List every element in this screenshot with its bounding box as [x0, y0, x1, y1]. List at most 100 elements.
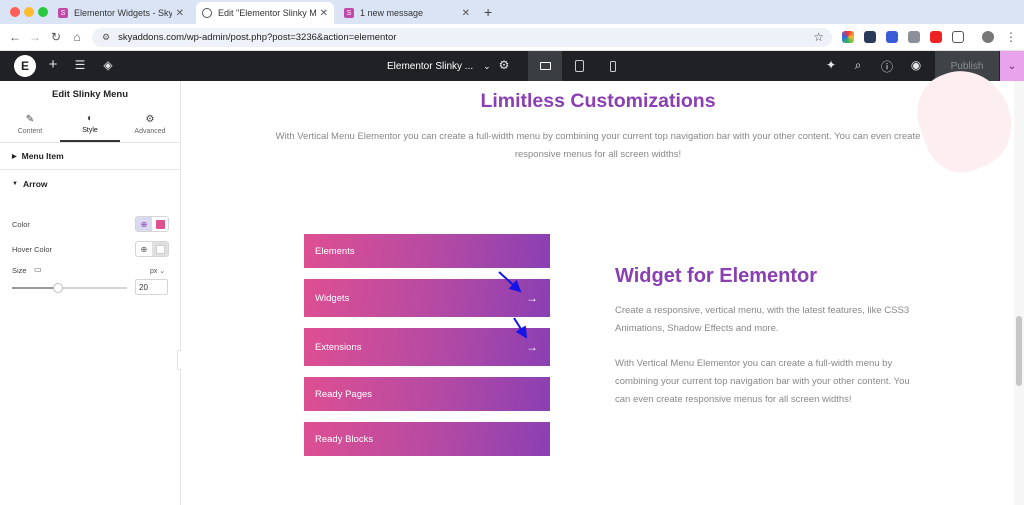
notification-icon[interactable]: ✦ — [823, 58, 839, 72]
window-zoom-button[interactable] — [38, 7, 48, 17]
section-menu-item[interactable]: ▶ Menu Item — [0, 143, 180, 170]
menu-item-extensions[interactable]: Extensions → — [304, 328, 550, 366]
color-label: Color — [12, 220, 30, 229]
size-unit-dropdown[interactable]: px ⌄ — [150, 267, 165, 275]
color-swatch — [155, 219, 165, 229]
url-text: skyaddons.com/wp-admin/post.php?post=323… — [118, 32, 397, 43]
menu-item-label: Ready Blocks — [315, 433, 374, 445]
sky-addons-icon: S — [344, 8, 354, 18]
menu-item-label: Elements — [315, 245, 355, 257]
desktop-mode-button[interactable] — [528, 51, 562, 81]
intro-text: With Vertical Menu Elementor you can cre… — [275, 131, 921, 160]
color-picker-button[interactable] — [152, 217, 168, 231]
color-control: ⊕ — [135, 216, 169, 232]
home-icon[interactable]: ⌂ — [70, 30, 84, 44]
browser-toolbar: ← → ↻ ⌂ ⚙ skyaddons.com/wp-admin/post.ph… — [0, 24, 1024, 51]
forward-arrow-icon[interactable]: → — [28, 30, 42, 44]
widget-paragraph-2: With Vertical Menu Elementor you can cre… — [615, 358, 910, 405]
menu-item-elements[interactable]: Elements — [304, 234, 550, 268]
size-input[interactable]: 20 — [135, 279, 168, 295]
browser-tab-sky-addons[interactable]: S Elementor Widgets - Sky Add ✕ — [52, 2, 190, 24]
extension-y-icon[interactable] — [930, 31, 942, 43]
section-heading: Limitless Customizations — [480, 90, 716, 112]
document-title: Elementor Slinky ... — [387, 60, 474, 72]
caret-right-icon: ▶ — [12, 153, 17, 160]
settings-sliders-icon[interactable]: ☰ — [72, 58, 88, 72]
tab-label: Advanced — [134, 128, 166, 135]
site-settings-icon[interactable]: ⚙ — [102, 32, 110, 43]
menu-item-label: Widgets — [315, 292, 350, 304]
help-icon[interactable]: ⓘ — [879, 58, 895, 75]
panel-tabs: ✎ Content ◐ Style ⚙ Advanced — [0, 107, 180, 143]
new-tab-button[interactable]: + — [484, 4, 492, 20]
extension-color-icon[interactable] — [842, 31, 854, 43]
globe-icon: ⊕ — [140, 244, 148, 254]
menu-item-ready-pages[interactable]: Ready Pages — [304, 377, 550, 411]
extension-shield-icon[interactable] — [864, 31, 876, 43]
caret-down-icon: ▼ — [12, 180, 18, 187]
bookmark-star-icon[interactable]: ☆ — [813, 30, 824, 44]
widget-paragraph-1: Create a responsive, vertical menu, with… — [615, 305, 910, 334]
contrast-icon: ◐ — [86, 113, 94, 124]
extensions-puzzle-icon[interactable] — [952, 31, 964, 43]
plus-icon[interactable]: + — [45, 56, 61, 73]
tab-label: Content — [17, 128, 43, 135]
pencil-icon: ✎ — [25, 114, 35, 125]
hover-color-label: Hover Color — [12, 245, 53, 254]
window-close-button[interactable] — [10, 7, 20, 17]
tab-title: Elementor Widgets - Sky Add — [74, 8, 172, 18]
slider-handle[interactable] — [53, 283, 63, 293]
tab-style[interactable]: ◐ Style — [60, 107, 120, 142]
canvas-scrollbar-thumb[interactable] — [1016, 316, 1022, 386]
search-icon[interactable]: ⌕ — [850, 58, 866, 73]
preview-eye-icon[interactable]: ◉ — [908, 58, 924, 72]
slider-fill — [12, 287, 58, 289]
hover-color-picker-button[interactable] — [152, 242, 168, 256]
profile-avatar[interactable] — [982, 31, 994, 43]
document-title-dropdown[interactable]: Elementor Slinky ... ⌄ — [387, 51, 491, 81]
publish-options-chevron-icon[interactable]: ⌄ — [1000, 51, 1024, 81]
tab-advanced[interactable]: ⚙ Advanced — [120, 107, 180, 142]
tab-content[interactable]: ✎ Content — [0, 107, 60, 142]
hover-color-swatch — [155, 244, 165, 254]
section-arrow[interactable]: ▼ Arrow — [0, 170, 180, 197]
responsive-desktop-icon[interactable]: ▭ — [34, 265, 42, 274]
menu-item-label: Extensions — [315, 341, 362, 353]
mobile-icon — [610, 60, 616, 72]
menu-item-widgets[interactable]: Widgets → — [304, 279, 550, 317]
widget-title: Widget for Elementor — [615, 265, 818, 287]
tab-title: 1 new message — [360, 8, 424, 18]
tab-close-icon[interactable]: ✕ — [320, 8, 328, 19]
responsive-mode-switcher — [528, 51, 630, 81]
tablet-mode-button[interactable] — [562, 51, 596, 81]
hover-color-control: ⊕ — [135, 241, 169, 257]
section-label: Arrow — [22, 178, 48, 189]
extension-image-icon[interactable] — [908, 31, 920, 43]
section-label: Menu Item — [21, 151, 64, 161]
address-bar[interactable]: ⚙ skyaddons.com/wp-admin/post.php?post=3… — [92, 28, 832, 47]
tab-close-icon[interactable]: ✕ — [462, 8, 470, 19]
size-label: Size — [12, 266, 27, 275]
extension-translate-icon[interactable] — [886, 31, 898, 43]
mobile-mode-button[interactable] — [596, 51, 630, 81]
reload-icon[interactable]: ↻ — [49, 30, 63, 44]
browser-menu-icon[interactable]: ⋮ — [1004, 30, 1018, 44]
gear-icon: ⚙ — [145, 114, 155, 125]
browser-tab-new-message[interactable]: S 1 new message ✕ — [338, 2, 476, 24]
elementor-logo-button[interactable]: E — [14, 55, 36, 77]
browser-tab-edit-slinky[interactable]: Edit "Elementor Slinky Menu ✕ — [196, 2, 334, 24]
tab-close-icon[interactable]: ✕ — [176, 8, 184, 19]
global-hover-color-button[interactable]: ⊕ — [136, 242, 152, 256]
menu-item-ready-blocks[interactable]: Ready Blocks — [304, 422, 550, 456]
sky-addons-icon: S — [58, 8, 68, 18]
back-arrow-icon[interactable]: ← — [8, 30, 22, 44]
size-slider[interactable] — [12, 283, 127, 293]
tablet-icon — [574, 60, 584, 72]
window-minimize-button[interactable] — [24, 7, 34, 17]
arrow-right-icon: → — [526, 340, 538, 354]
page-settings-gear-icon[interactable]: ⚙ — [496, 58, 512, 72]
canvas-scrollbar-track[interactable] — [1014, 81, 1024, 505]
elementor-top-bar: E + ☰ ◈ Elementor Slinky ... ⌄ ⚙ ✦ ⌕ ⓘ ◉… — [0, 51, 1024, 81]
layers-icon[interactable]: ◈ — [100, 58, 116, 72]
global-color-button[interactable]: ⊕ — [136, 217, 152, 231]
